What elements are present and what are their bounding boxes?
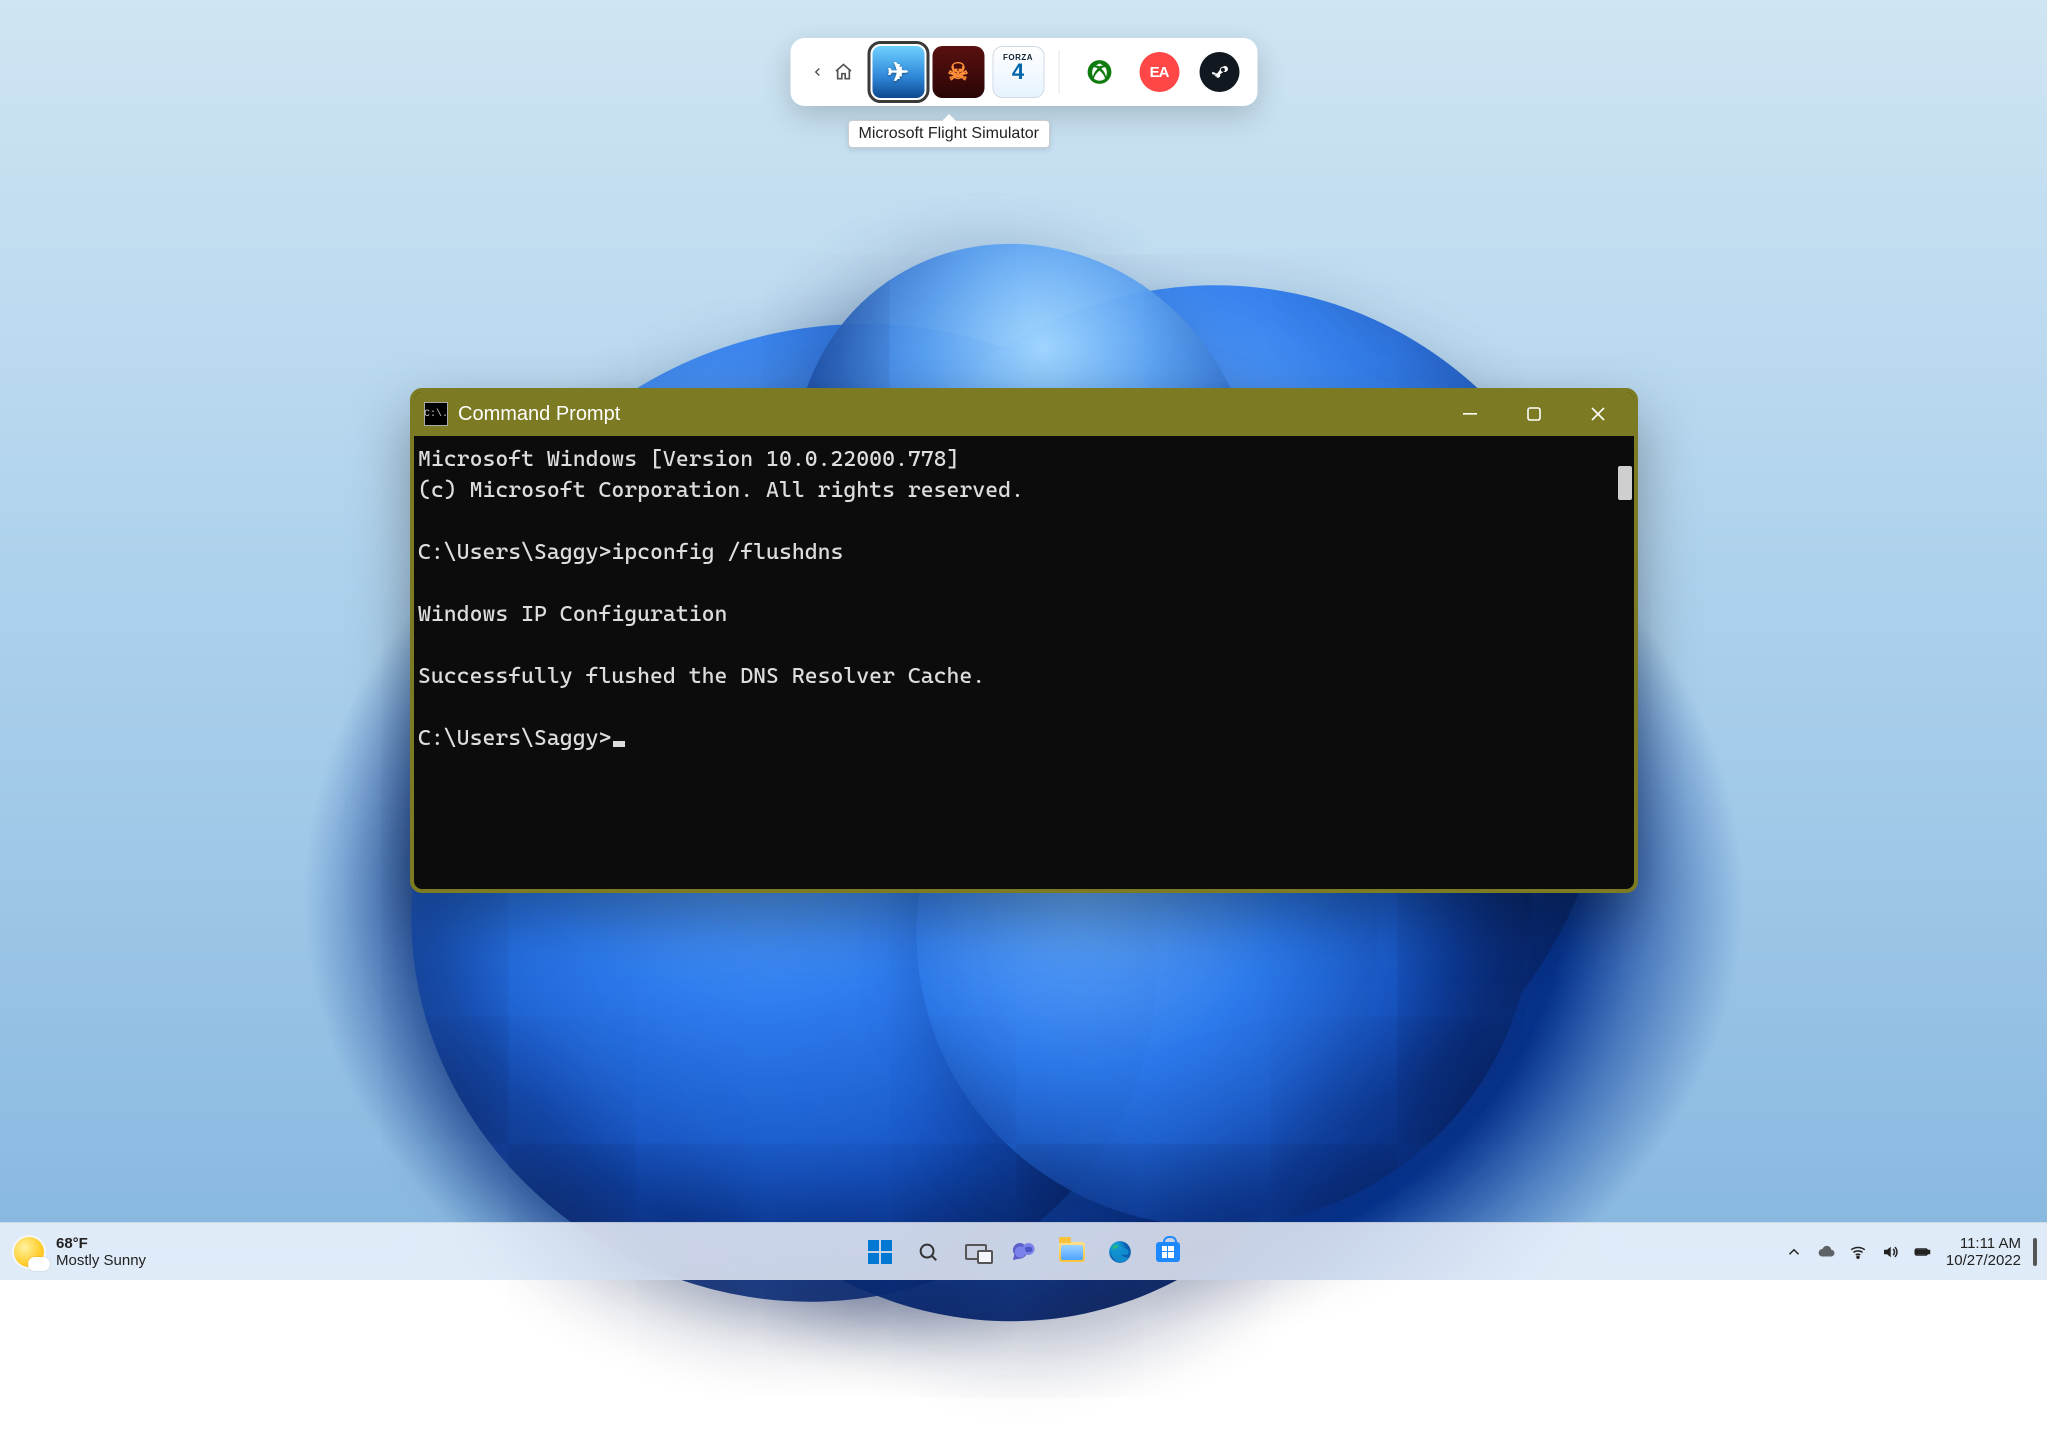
cmd-line: Microsoft Windows [Version 10.0.22000.77… (418, 447, 959, 472)
game-tile-doom[interactable] (932, 46, 984, 98)
game-tile-tooltip: Microsoft Flight Simulator (848, 120, 1051, 148)
notification-bar-icon (2033, 1238, 2037, 1266)
game-bar: EA (790, 38, 1257, 106)
folder-icon (1059, 1242, 1085, 1262)
cmd-body[interactable]: Microsoft Windows [Version 10.0.22000.77… (414, 436, 1634, 889)
windows-logo-icon (868, 1240, 892, 1264)
cmd-scrollbar[interactable] (1618, 466, 1632, 500)
tray-volume[interactable] (1876, 1232, 1904, 1272)
taskbar: 68°F Mostly Sunny (0, 1222, 2047, 1280)
game-bar-nav (802, 61, 864, 83)
wifi-icon (1849, 1243, 1867, 1261)
tray-notifications[interactable] (2031, 1232, 2039, 1272)
tray-onedrive[interactable] (1812, 1232, 1840, 1272)
launcher-ea[interactable]: EA (1139, 52, 1179, 92)
chevron-up-icon (1785, 1243, 1803, 1261)
command-prompt-window: C:\. Command Prompt Microsoft Windows [V… (410, 388, 1638, 893)
system-tray: 11:11 AM 10/27/2022 (1780, 1232, 2047, 1272)
ea-label: EA (1150, 64, 1169, 81)
weather-desc: Mostly Sunny (56, 1252, 146, 1269)
minimize-button[interactable] (1438, 392, 1502, 436)
taskbar-chat[interactable] (1004, 1232, 1044, 1272)
home-icon[interactable] (832, 61, 854, 83)
tooltip-text: Microsoft Flight Simulator (859, 125, 1040, 142)
game-tile-msfs[interactable] (872, 46, 924, 98)
tray-wifi[interactable] (1844, 1232, 1872, 1272)
taskbar-weather[interactable]: 68°F Mostly Sunny (0, 1235, 146, 1269)
chat-icon (1012, 1240, 1036, 1264)
weather-temp: 68°F (56, 1235, 146, 1252)
cmd-line: C:\Users\Saggy> (418, 726, 611, 751)
store-icon (1156, 1242, 1180, 1262)
tray-battery[interactable] (1908, 1232, 1936, 1272)
window-buttons (1438, 392, 1630, 436)
chevron-left-icon[interactable] (806, 61, 828, 83)
search-icon (917, 1241, 939, 1263)
gamebar-divider (1058, 50, 1059, 94)
edge-icon (1107, 1239, 1133, 1265)
clock-date: 10/27/2022 (1946, 1252, 2021, 1269)
taskbar-file-explorer[interactable] (1052, 1232, 1092, 1272)
launcher-steam[interactable] (1199, 52, 1239, 92)
cmd-cursor (613, 741, 625, 747)
cmd-titlebar[interactable]: C:\. Command Prompt (414, 392, 1634, 436)
game-tile-forza[interactable] (992, 46, 1044, 98)
tray-overflow[interactable] (1780, 1232, 1808, 1272)
maximize-button[interactable] (1502, 392, 1566, 436)
cmd-line: Successfully flushed the DNS Resolver Ca… (418, 664, 985, 689)
taskview-icon (965, 1244, 987, 1260)
start-button[interactable] (860, 1232, 900, 1272)
cloud-icon (1817, 1243, 1835, 1261)
tray-clock[interactable]: 11:11 AM 10/27/2022 (1940, 1235, 2027, 1269)
launcher-xbox[interactable] (1079, 52, 1119, 92)
taskbar-ms-store[interactable] (1148, 1232, 1188, 1272)
clock-time: 11:11 AM (1946, 1235, 2021, 1252)
cmd-line: (c) Microsoft Corporation. All rights re… (418, 478, 1024, 503)
cmd-title: Command Prompt (458, 403, 620, 426)
close-button[interactable] (1566, 392, 1630, 436)
weather-icon (14, 1237, 44, 1267)
taskbar-taskview[interactable] (956, 1232, 996, 1272)
speaker-icon (1881, 1243, 1899, 1261)
battery-icon (1913, 1243, 1931, 1261)
cmd-line: Windows IP Configuration (418, 602, 727, 627)
taskbar-search[interactable] (908, 1232, 948, 1272)
taskbar-center (860, 1232, 1188, 1272)
taskbar-edge[interactable] (1100, 1232, 1140, 1272)
cmd-line: C:\Users\Saggy>ipconfig /flushdns (418, 540, 843, 565)
cmd-app-icon: C:\. (424, 402, 448, 426)
weather-text: 68°F Mostly Sunny (56, 1235, 146, 1269)
